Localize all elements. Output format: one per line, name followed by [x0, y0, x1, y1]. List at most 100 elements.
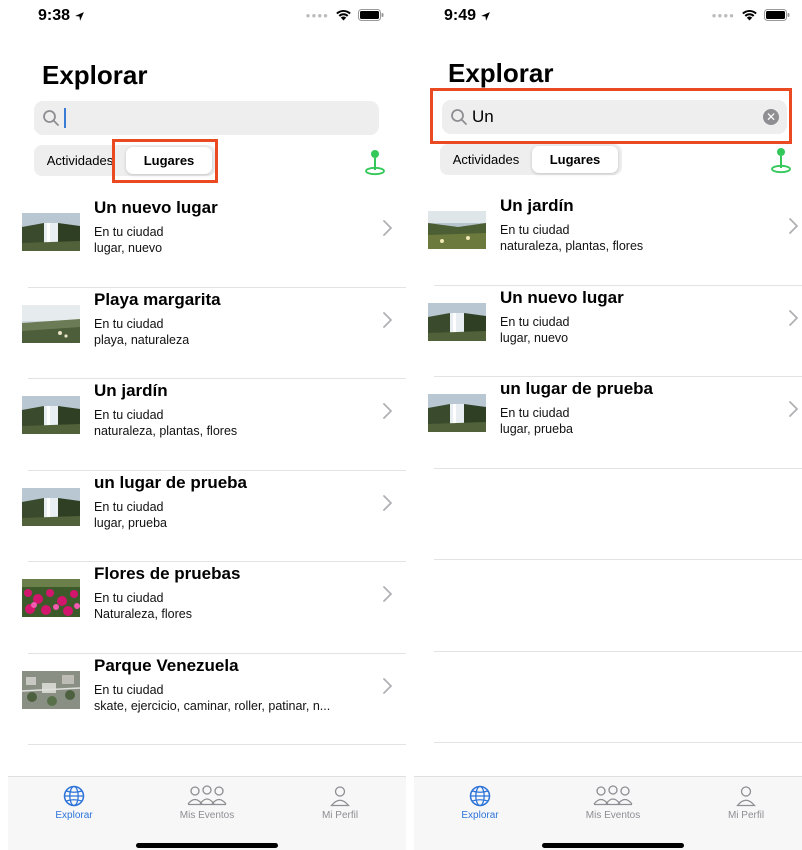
- tab-bar: Explorar Mis Eventos Mi Perfil: [8, 776, 406, 850]
- chevron-right-icon: [383, 494, 392, 511]
- place-subtitle: En tu ciudad: [94, 225, 164, 239]
- place-title: Un nuevo lugar: [500, 287, 624, 307]
- search-input[interactable]: [34, 101, 379, 135]
- status-time: 9:49: [444, 7, 491, 25]
- place-tags: naturaleza, plantas, flores: [500, 239, 644, 253]
- place-thumbnail: [22, 304, 80, 343]
- status-time-text: 9:38: [38, 7, 71, 24]
- place-thumbnail: [22, 396, 80, 434]
- map-pin-icon[interactable]: [770, 146, 792, 174]
- location-arrow-icon: [481, 11, 490, 21]
- chevron-right-icon: [383, 220, 392, 236]
- tab-label: Explorar: [55, 810, 93, 821]
- place-tags: lugar, nuevo: [94, 241, 163, 255]
- chevron-right-icon: [383, 311, 392, 328]
- chevron-right-icon: [383, 403, 392, 419]
- place-subtitle: En tu ciudad: [500, 314, 570, 329]
- chevron-right-icon: [789, 218, 798, 234]
- place-subtitle: En tu ciudad: [94, 591, 164, 605]
- tab-label: Explorar: [461, 810, 499, 821]
- place-title: Playa margarita: [94, 289, 221, 309]
- tab-label: Mis Eventos: [179, 810, 235, 821]
- text-cursor: [64, 108, 66, 128]
- highlight-box-search: [430, 88, 792, 144]
- place-tags: lugar, prueba: [94, 515, 167, 530]
- home-indicator: [136, 843, 278, 848]
- status-bar: 9:49 ●●●●: [414, 0, 802, 34]
- cellular-signal-icon: ●●●●: [305, 10, 329, 20]
- place-title: Un nuevo lugar: [94, 198, 218, 217]
- list-item[interactable]: Un nuevo lugar En tu ciudad lugar, nuevo: [414, 286, 802, 377]
- place-thumbnail: [428, 302, 486, 341]
- place-thumbnail: [428, 211, 486, 249]
- place-tags: skate, ejercicio, caminar, roller, patin…: [94, 698, 331, 713]
- tab-mis-eventos[interactable]: Mis Eventos: [563, 785, 663, 821]
- place-tags: lugar, prueba: [500, 422, 573, 436]
- list-item[interactable]: Parque Venezuela En tu ciudad skate, ejerc…: [8, 654, 406, 745]
- place-subtitle: En tu ciudad: [94, 408, 164, 422]
- tab-bar: Explorar Mis Eventos Mi Perfil: [414, 776, 802, 850]
- place-title: un lugar de prueba: [94, 472, 248, 492]
- person-icon: [736, 786, 756, 807]
- place-title: Un jardín: [94, 381, 168, 400]
- chevron-right-icon: [789, 309, 798, 326]
- tab-explorar[interactable]: Explorar: [24, 785, 124, 821]
- tab-label: Mi Perfil: [321, 810, 359, 821]
- list-item[interactable]: Un jardín En tu ciudad naturaleza, plantas…: [414, 194, 802, 286]
- home-indicator: [542, 843, 684, 848]
- phone-screen-right: 9:49 ●●●● Explorar Un ✕ Actividades Luga…: [414, 0, 802, 850]
- place-subtitle: En tu ciudad: [94, 316, 164, 331]
- highlight-box-segment: [112, 139, 218, 183]
- tab-mis-eventos[interactable]: Mis Eventos: [157, 785, 257, 821]
- list-item[interactable]: Un nuevo lugar En tu ciudad lugar, nuevo: [8, 196, 406, 288]
- list-item[interactable]: Flores de pruebas En tu ciudad Naturaleza,…: [8, 562, 406, 654]
- battery-icon: [764, 9, 790, 21]
- chevron-right-icon: [383, 586, 392, 602]
- map-pin-icon[interactable]: [364, 148, 386, 176]
- page-title: Explorar: [42, 60, 148, 90]
- status-indicators: ●●●●: [306, 9, 384, 21]
- place-tags: lugar, nuevo: [500, 330, 569, 345]
- tab-label: Mis Eventos: [585, 810, 641, 821]
- empty-row: [414, 560, 802, 652]
- tab-mi-perfil[interactable]: Mi Perfil: [696, 785, 796, 821]
- tab-label: Mi Perfil: [727, 810, 765, 821]
- place-title: Parque Venezuela: [94, 655, 239, 675]
- list-item[interactable]: Playa margarita En tu ciudad playa, natura…: [8, 288, 406, 379]
- place-thumbnail: [22, 579, 80, 617]
- status-time: 9:38: [38, 7, 85, 25]
- chevron-right-icon: [789, 401, 798, 417]
- wifi-icon: [742, 9, 757, 21]
- globe-icon: [63, 785, 85, 807]
- list-item[interactable]: Un jardín En tu ciudad naturaleza, plantas…: [8, 379, 406, 471]
- tab-mi-perfil[interactable]: Mi Perfil: [290, 785, 390, 821]
- place-subtitle: En tu ciudad: [94, 499, 164, 514]
- status-bar: 9:38 ●●●●: [8, 0, 406, 34]
- globe-icon: [469, 785, 491, 807]
- place-thumbnail: [22, 487, 80, 526]
- place-thumbnail: [22, 670, 80, 709]
- segment-lugares[interactable]: Lugares: [532, 146, 618, 173]
- people-icon: [187, 785, 227, 806]
- place-subtitle: En tu ciudad: [94, 682, 164, 697]
- chevron-right-icon: [383, 677, 392, 694]
- tab-explorar[interactable]: Explorar: [430, 785, 530, 821]
- place-thumbnail: [428, 394, 486, 432]
- segment-actividades[interactable]: Actividades: [36, 147, 124, 174]
- status-indicators: ●●●●: [712, 9, 790, 21]
- place-tags: playa, naturaleza: [94, 332, 190, 347]
- cellular-signal-icon: ●●●●: [711, 10, 735, 20]
- row-separator: [434, 742, 802, 743]
- place-title: un lugar de prueba: [500, 379, 654, 398]
- list-item[interactable]: un lugar de prueba En tu ciudad lugar, pru…: [8, 471, 406, 562]
- row-separator: [28, 744, 406, 745]
- empty-row: [414, 652, 802, 743]
- place-thumbnail: [22, 213, 80, 251]
- list-item[interactable]: un lugar de prueba En tu ciudad lugar, pru…: [414, 377, 802, 469]
- segment-actividades[interactable]: Actividades: [442, 146, 530, 173]
- place-subtitle: En tu ciudad: [500, 223, 570, 237]
- segmented-control: Actividades Lugares: [440, 144, 622, 175]
- status-time-text: 9:49: [444, 7, 477, 24]
- location-arrow-icon: [75, 11, 84, 21]
- phone-screen-left: 9:38 ●●●● Explorar Actividades Lugares U…: [8, 0, 406, 850]
